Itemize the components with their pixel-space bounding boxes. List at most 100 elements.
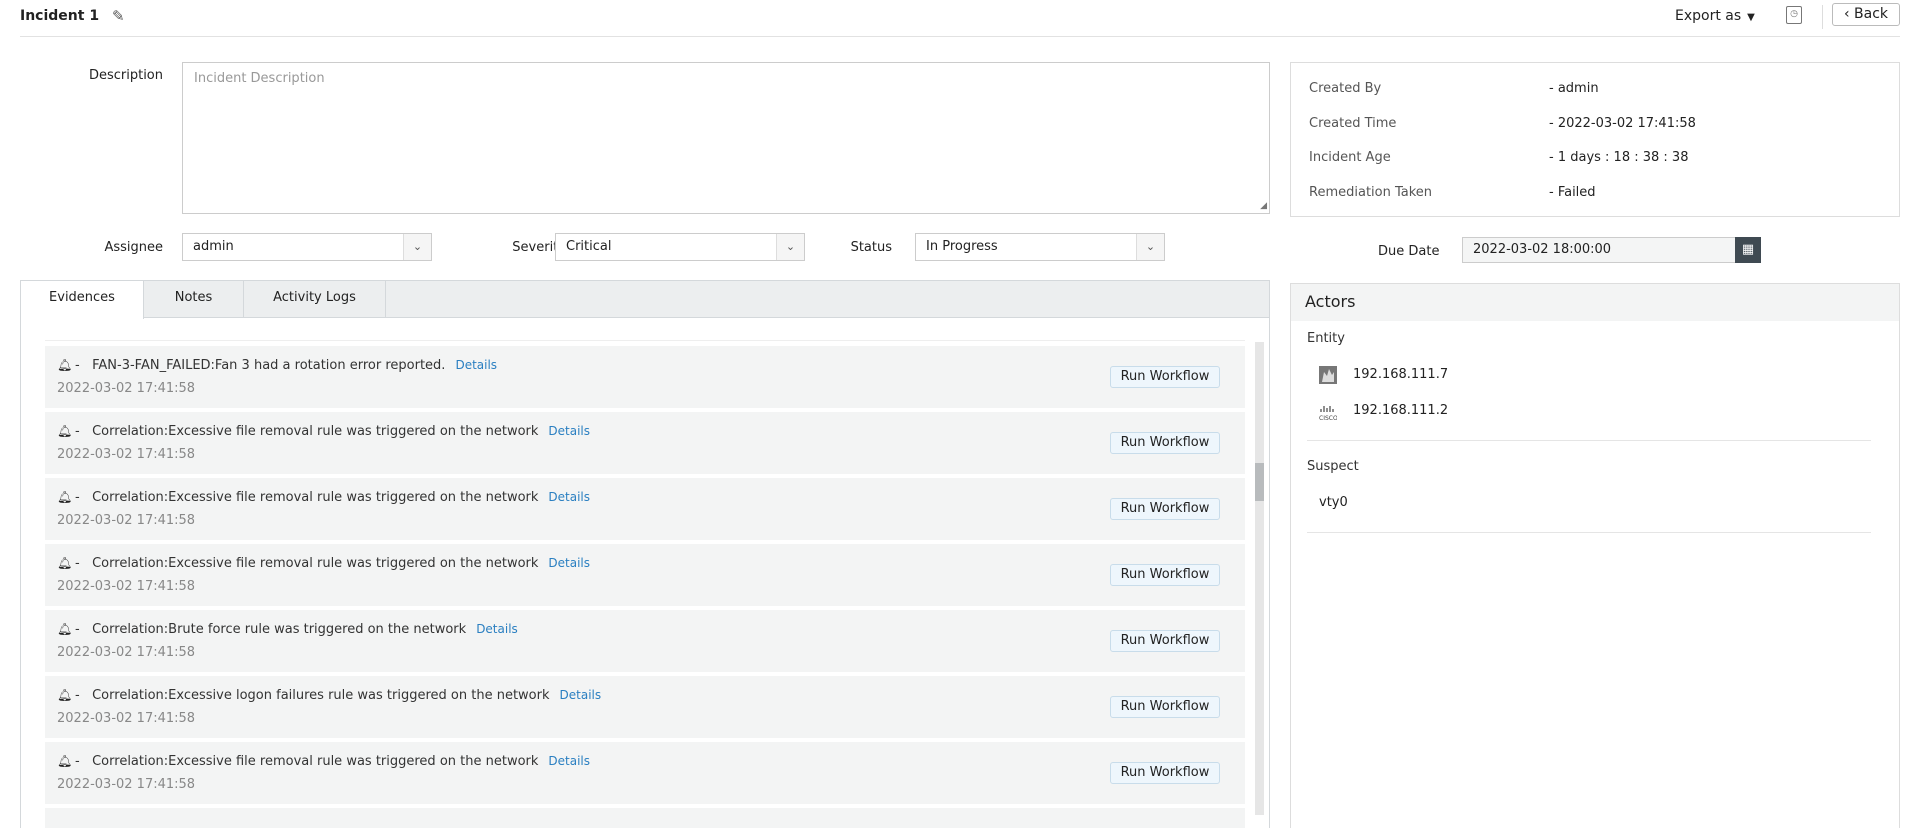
evidence-timestamp: 2022-03-02 17:41:58 — [57, 447, 196, 462]
evidence-item: 🔔︎ - Correlation:Excessive logon failure… — [45, 676, 1245, 738]
evidence-timestamp: 2022-03-02 17:41:58 — [57, 579, 196, 594]
run-workflow-button[interactable]: Run Workflow — [1110, 564, 1220, 586]
calendar-icon[interactable]: ▦ — [1735, 237, 1761, 263]
entity-label: Entity — [1307, 331, 1345, 346]
evidence-item: 🔔︎ - Correlation:Excessive file removal … — [45, 544, 1245, 606]
back-button[interactable]: ‹ Back — [1832, 3, 1900, 26]
details-link[interactable]: Details — [548, 490, 590, 504]
resize-handle-icon[interactable]: ◢ — [1260, 201, 1267, 211]
severity-select[interactable]: Critical ⌄ — [555, 233, 805, 261]
edit-pencil-icon[interactable]: ✎ — [112, 7, 125, 25]
bell-icon: 🔔︎ — [57, 358, 73, 372]
due-date-label: Due Date — [1378, 244, 1440, 259]
tab-evidences[interactable]: Evidences — [21, 281, 144, 319]
evidence-timestamp: 2022-03-02 17:41:58 — [57, 645, 196, 660]
evidence-item: 🔔︎ - FAN-3-FAN_FAILED:Fan 3 had a rotati… — [45, 346, 1245, 408]
details-link[interactable]: Details — [548, 556, 590, 570]
details-link[interactable]: Details — [476, 622, 518, 636]
evidence-timestamp: 2022-03-02 17:41:58 — [57, 711, 196, 726]
divider — [1822, 5, 1823, 29]
status-label: Status — [850, 240, 892, 255]
assignee-value: admin — [193, 239, 234, 254]
description-label: Description — [88, 68, 163, 83]
suspect-label: Suspect — [1307, 459, 1359, 474]
scrollbar-thumb[interactable] — [1255, 463, 1264, 501]
severity-value: Critical — [566, 239, 612, 254]
details-link[interactable]: Details — [560, 688, 602, 702]
entity-ip[interactable]: 192.168.111.2 — [1353, 403, 1448, 418]
history-report-icon[interactable]: ◷ — [1786, 6, 1802, 24]
info-value: - 1 days : 18 : 38 : 38 — [1549, 150, 1689, 165]
info-label: Created Time — [1309, 116, 1397, 131]
run-workflow-button[interactable]: Run Workflow — [1110, 432, 1220, 454]
divider — [45, 340, 1245, 341]
assignee-select[interactable]: admin ⌄ — [182, 233, 432, 261]
run-workflow-button[interactable]: Run Workflow — [1110, 762, 1220, 784]
evidence-item: 🔔︎ - Correlation:Brute force rule was tr… — [45, 610, 1245, 672]
evidence-item: 🔔︎ - Correlation:Excessive file removal … — [45, 412, 1245, 474]
evidence-item: 🔔︎ - Correlation:Excessive file removal … — [45, 742, 1245, 804]
evidence-item — [45, 808, 1245, 828]
bell-icon: 🔔︎ — [57, 622, 73, 636]
evidence-item: 🔔︎ - Correlation:Excessive file removal … — [45, 478, 1245, 540]
evidence-message: FAN-3-FAN_FAILED:Fan 3 had a rotation er… — [92, 358, 446, 373]
separator: - — [75, 556, 80, 571]
run-workflow-button[interactable]: Run Workflow — [1110, 366, 1220, 388]
incident-info-panel: Created By - admin Created Time - 2022-03-… — [1290, 62, 1900, 217]
evidence-timestamp: 2022-03-02 17:41:58 — [57, 381, 196, 396]
evidence-timestamp: 2022-03-02 17:41:58 — [57, 777, 196, 792]
info-label: Remediation Taken — [1309, 185, 1433, 200]
bell-icon: 🔔︎ — [57, 424, 73, 438]
evidence-message: Correlation:Excessive file removal rule … — [92, 556, 539, 571]
bell-icon: 🔔︎ — [57, 688, 73, 702]
info-label: Created By — [1309, 81, 1382, 96]
evidence-message: Correlation:Excessive file removal rule … — [92, 754, 539, 769]
evidence-timestamp: 2022-03-02 17:41:58 — [57, 513, 196, 528]
export-as-dropdown[interactable]: Export as ▼ — [1675, 8, 1755, 24]
evidence-message: Correlation:Excessive file removal rule … — [92, 424, 539, 439]
details-link[interactable]: Details — [548, 424, 590, 438]
suspect-value: vty0 — [1319, 495, 1348, 510]
assignee-label: Assignee — [104, 240, 163, 255]
separator: - — [75, 688, 80, 703]
page-title: Incident 1 — [20, 8, 100, 24]
status-select[interactable]: In Progress ⌄ — [915, 233, 1165, 261]
tab-activity-logs[interactable]: Activity Logs — [244, 281, 386, 318]
divider — [1307, 532, 1871, 533]
actors-title: Actors — [1291, 284, 1899, 321]
entity-ip[interactable]: 192.168.111.7 — [1353, 367, 1448, 382]
description-placeholder: Incident Description — [194, 71, 325, 86]
firewall-icon — [1319, 366, 1337, 384]
description-input[interactable]: Incident Description ◢ — [182, 62, 1270, 214]
info-label: Incident Age — [1309, 150, 1391, 165]
status-value: In Progress — [926, 239, 998, 254]
due-date-input[interactable]: 2022-03-02 18:00:00 — [1462, 237, 1736, 263]
tab-bar: Evidences Notes Activity Logs — [20, 280, 1270, 319]
actors-panel: Actors Entity 192.168.111.7 CISCO 192.16… — [1290, 283, 1900, 828]
header-divider — [20, 36, 1900, 37]
separator: - — [75, 358, 80, 373]
run-workflow-button[interactable]: Run Workflow — [1110, 696, 1220, 718]
chevron-down-icon: ⌄ — [1136, 234, 1164, 260]
separator: - — [75, 754, 80, 769]
separator: - — [75, 622, 80, 637]
evidence-message: Correlation:Excessive file removal rule … — [92, 490, 539, 505]
details-link[interactable]: Details — [548, 754, 590, 768]
evidence-message: Correlation:Excessive logon failures rul… — [92, 688, 550, 703]
scrollbar[interactable] — [1255, 342, 1264, 815]
tab-notes[interactable]: Notes — [144, 281, 244, 318]
chevron-down-icon: ⌄ — [403, 234, 431, 260]
separator: - — [75, 490, 80, 505]
details-link[interactable]: Details — [455, 358, 497, 372]
info-value: - admin — [1549, 81, 1599, 96]
bell-icon: 🔔︎ — [57, 490, 73, 504]
bell-icon: 🔔︎ — [57, 556, 73, 570]
cisco-icon: CISCO — [1319, 406, 1337, 421]
separator: - — [75, 424, 80, 439]
export-label: Export as — [1675, 8, 1742, 24]
bell-icon: 🔔︎ — [57, 754, 73, 768]
run-workflow-button[interactable]: Run Workflow — [1110, 630, 1220, 652]
caret-down-icon: ▼ — [1747, 12, 1755, 23]
info-value: - 2022-03-02 17:41:58 — [1549, 116, 1696, 131]
run-workflow-button[interactable]: Run Workflow — [1110, 498, 1220, 520]
